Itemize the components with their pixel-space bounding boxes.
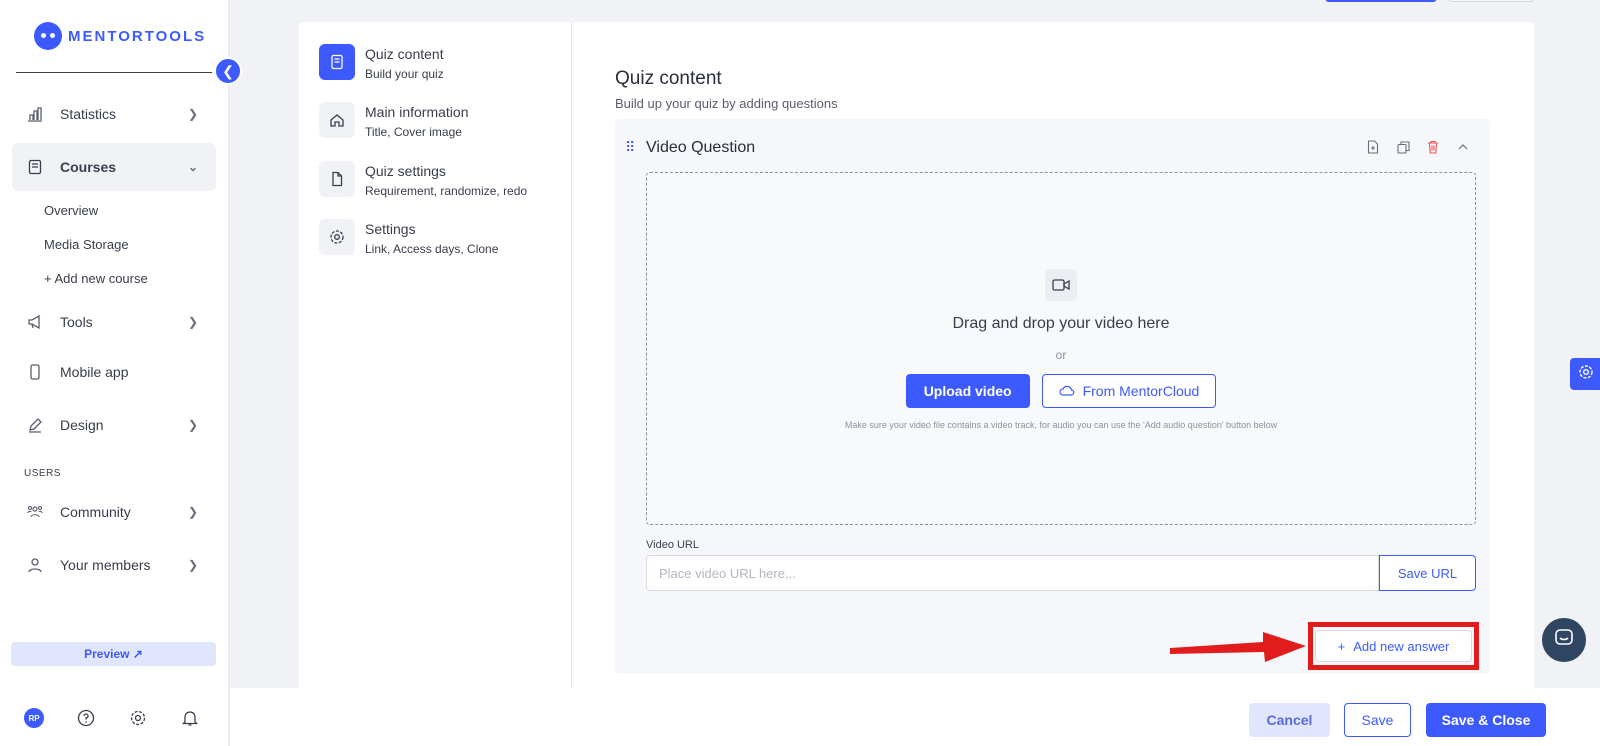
sidebar-subitem-overview[interactable]: Overview <box>44 203 98 218</box>
plus-icon: + <box>1337 638 1346 654</box>
video-camera-icon <box>1045 269 1077 301</box>
step-title: Quiz settings <box>365 163 446 179</box>
from-mentorcloud-label: From MentorCloud <box>1082 383 1200 399</box>
dropzone-or: or <box>1055 348 1067 362</box>
chevron-down-icon: ⌄ <box>187 160 198 174</box>
step-subtitle: Title, Cover image <box>365 125 462 139</box>
chevron-right-icon: ❯ <box>187 558 198 572</box>
question-title: Video Question <box>646 139 756 156</box>
chat-icon <box>1554 628 1574 653</box>
chevron-right-icon: ❯ <box>187 505 198 519</box>
mentortools-logo-icon <box>34 22 62 50</box>
dropzone-hint: Make sure your video file contains a vid… <box>844 420 1278 430</box>
quiz-editor-card: Quiz content Build your quiz Main inform… <box>299 22 1534 692</box>
step-subtitle: Requirement, randomize, redo <box>365 184 528 198</box>
gear-icon[interactable] <box>128 708 148 728</box>
sidebar-item-label: Courses <box>60 159 117 175</box>
sidebar-footer: RP <box>24 708 200 728</box>
top-action-button[interactable] <box>1325 0 1437 2</box>
chevron-right-icon: ❯ <box>187 418 198 432</box>
megaphone-icon <box>26 313 44 331</box>
step-subtitle: Build your quiz <box>365 67 444 81</box>
avatar[interactable]: RP <box>24 708 44 728</box>
sidebar-subitem-media-storage[interactable]: Media Storage <box>44 237 129 252</box>
copy-icon[interactable] <box>1396 139 1410 155</box>
add-file-icon[interactable] <box>1366 139 1380 155</box>
video-question-block: ⠿ Video Question Drag and drop your vide… <box>615 119 1490 674</box>
save-close-button[interactable]: Save & Close <box>1426 703 1546 737</box>
step-title: Settings <box>365 221 416 237</box>
brand-logo[interactable]: MENTORTOOLS <box>34 22 206 50</box>
sidebar-item-label: Your members <box>60 557 151 573</box>
document-icon <box>319 44 355 80</box>
sidebar-divider <box>16 72 212 73</box>
sidebar-item-tools[interactable]: Tools ❯ <box>12 298 216 346</box>
sidebar-item-label: Mobile app <box>60 364 129 380</box>
collapse-sidebar-button[interactable]: ❮ <box>214 57 242 85</box>
top-secondary-button[interactable] <box>1448 0 1534 2</box>
user-icon <box>26 556 44 574</box>
sidebar-item-your-members[interactable]: Your members ❯ <box>12 541 216 589</box>
sidebar: MENTORTOOLS ❮ Statistics ❯ Courses ⌄ Ove… <box>0 0 242 746</box>
step-settings[interactable]: Settings Link, Access days, Clone <box>319 219 498 256</box>
chevron-right-icon: ❯ <box>187 315 198 329</box>
add-new-answer-label: Add new answer <box>1353 638 1450 654</box>
trash-icon[interactable] <box>1426 139 1440 155</box>
sidebar-subitem-add-course[interactable]: + Add new course <box>44 271 148 286</box>
save-button[interactable]: Save <box>1344 703 1411 737</box>
video-url-label: Video URL <box>646 539 699 551</box>
page-title: Quiz content <box>615 68 722 89</box>
sidebar-item-label: Tools <box>60 314 93 330</box>
upload-video-button[interactable]: Upload video <box>905 374 1030 408</box>
step-title: Main information <box>365 104 469 120</box>
step-subtitle: Link, Access days, Clone <box>365 242 499 256</box>
from-mentorcloud-button[interactable]: From MentorCloud <box>1041 374 1217 408</box>
phone-icon <box>26 363 44 381</box>
chevron-up-icon[interactable] <box>1456 139 1470 155</box>
sidebar-item-courses[interactable]: Courses ⌄ <box>12 143 216 191</box>
drag-handle-icon[interactable]: ⠿ <box>625 139 635 156</box>
add-new-answer-button[interactable]: + Add new answer <box>1315 630 1472 662</box>
chevron-left-icon: ❮ <box>222 62 234 79</box>
people-icon <box>26 503 44 521</box>
preview-button[interactable]: Preview ↗ <box>11 642 216 666</box>
pencil-icon <box>26 416 44 434</box>
bar-chart-icon <box>26 105 44 123</box>
annotation-arrow <box>1170 632 1306 662</box>
cloud-icon <box>1059 383 1075 399</box>
sidebar-item-statistics[interactable]: Statistics ❯ <box>12 90 216 138</box>
chevron-right-icon: ❯ <box>187 107 198 121</box>
sidebar-item-design[interactable]: Design ❯ <box>12 401 216 449</box>
step-quiz-settings[interactable]: Quiz settings Requirement, randomize, re… <box>319 161 527 198</box>
help-icon[interactable] <box>76 708 96 728</box>
brand-name: MENTORTOOLS <box>68 27 207 45</box>
dropzone-text: Drag and drop your video here <box>952 315 1170 332</box>
step-quiz-content[interactable]: Quiz content Build your quiz <box>319 44 444 81</box>
cancel-button[interactable]: Cancel <box>1249 703 1330 737</box>
gear-icon <box>1578 364 1594 385</box>
book-icon <box>26 158 44 176</box>
file-icon <box>319 161 355 197</box>
sidebar-item-mobile-app[interactable]: Mobile app <box>12 348 216 396</box>
sidebar-item-label: Statistics <box>60 106 117 122</box>
sidebar-item-label: Design <box>60 417 104 433</box>
video-url-input[interactable] <box>646 555 1379 591</box>
section-label-users: USERS <box>24 468 61 479</box>
bell-icon[interactable] <box>180 708 200 728</box>
gear-icon <box>319 219 355 255</box>
sidebar-item-community[interactable]: Community ❯ <box>12 488 216 536</box>
video-dropzone[interactable]: Drag and drop your video here or Upload … <box>646 172 1476 525</box>
home-icon <box>319 102 355 138</box>
question-toolbar <box>1366 139 1470 155</box>
page-subtitle: Build up your quiz by adding questions <box>615 96 838 111</box>
sidebar-item-label: Community <box>60 504 131 520</box>
dropzone-buttons: Upload video From MentorCloud <box>647 374 1475 408</box>
settings-drawer-button[interactable] <box>1570 358 1600 390</box>
steps-nav: Quiz content Build your quiz Main inform… <box>299 22 572 692</box>
step-title: Quiz content <box>365 46 444 62</box>
step-main-information[interactable]: Main information Title, Cover image <box>319 102 469 139</box>
save-url-button[interactable]: Save URL <box>1379 555 1476 591</box>
chat-launcher-button[interactable] <box>1542 618 1586 662</box>
